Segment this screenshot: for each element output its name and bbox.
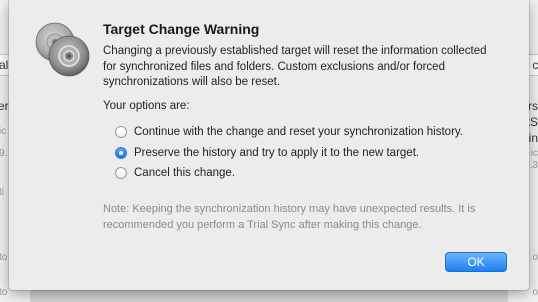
ok-button[interactable]: OK — [445, 252, 507, 272]
option-continue-reset-radio[interactable]: Continue with the change and reset your … — [115, 124, 463, 140]
radio-checked[interactable] — [115, 147, 127, 159]
background-sublabel: ic — [530, 148, 538, 159]
dialog-title: Target Change Warning — [103, 21, 260, 37]
radio-unchecked[interactable] — [115, 126, 127, 138]
background-sublabel: to — [0, 252, 8, 263]
background-sublabel: ic — [0, 126, 7, 137]
option-label: Preserve the history and try to apply it… — [134, 147, 420, 159]
dialog-note: Note: Keeping the synchronization histor… — [103, 203, 476, 231]
background-sublabel: o — [532, 287, 538, 298]
options-label: Your options are: — [103, 100, 190, 112]
dialog-message: Changing a previously established target… — [103, 45, 487, 88]
background-sublabel: o — [532, 252, 538, 263]
option-label: Cancel this change. — [134, 167, 236, 179]
background-sublabel: 9. — [0, 148, 8, 159]
option-label: Continue with the change and reset your … — [134, 126, 464, 138]
background-sublabel: ti — [0, 187, 4, 198]
background-label: rs — [528, 99, 538, 113]
radio-unchecked[interactable] — [115, 167, 127, 179]
sync-disks-icon — [33, 22, 93, 78]
option-preserve-history-radio[interactable]: Preserve the history and try to apply it… — [115, 145, 419, 161]
option-cancel-change-radio[interactable]: Cancel this change. — [115, 165, 235, 181]
background-sublabel: to — [0, 287, 8, 298]
target-change-warning-dialog: Target Change Warning Changing a previou… — [9, 0, 529, 290]
